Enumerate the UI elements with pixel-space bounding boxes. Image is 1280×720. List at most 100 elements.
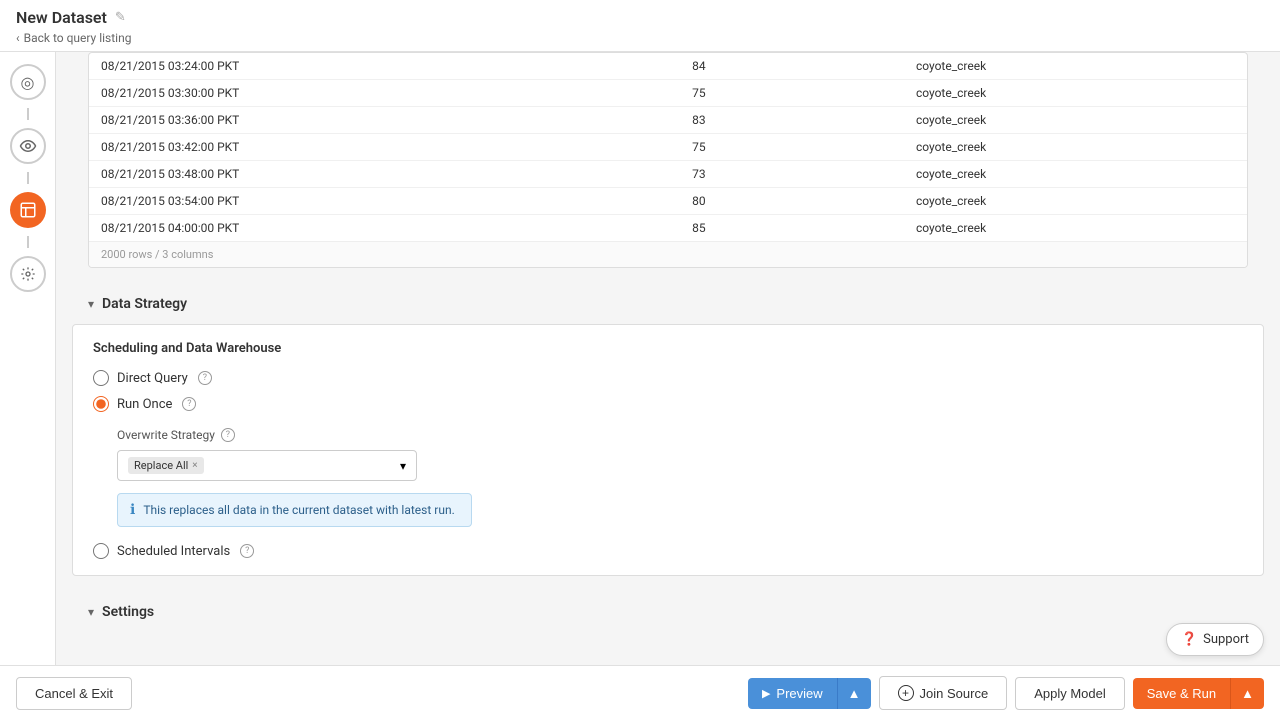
table-cell-col1: 08/21/2015 03:36:00 PKT [89, 107, 680, 134]
table-cell-col4: coyote_creek [904, 215, 1247, 242]
sidebar-icon-4[interactable] [10, 256, 46, 292]
run-once-label: Run Once [117, 397, 172, 412]
sidebar-icon-1[interactable]: ◎ [10, 64, 46, 100]
table-row: 08/21/2015 03:48:00 PKT73 coyote_creek [89, 161, 1247, 188]
table-row: 08/21/2015 04:00:00 PKT85 coyote_creek [89, 215, 1247, 242]
scheduled-intervals-label: Scheduled Intervals [117, 544, 230, 559]
run-once-radio[interactable] [93, 396, 109, 412]
sidebar-connector-1 [27, 108, 29, 120]
table-cell-col3 [817, 161, 904, 188]
save-run-chevron-up-icon: ▲ [1241, 686, 1254, 701]
overwrite-help-icon[interactable]: ? [221, 428, 235, 442]
table-cell-col1: 08/21/2015 03:24:00 PKT [89, 53, 680, 80]
table-cell-col3 [817, 80, 904, 107]
scheduled-intervals-help-icon[interactable]: ? [240, 544, 254, 558]
scheduling-title: Scheduling and Data Warehouse [93, 341, 1243, 356]
save-run-button[interactable]: Save & Run [1133, 678, 1230, 709]
sidebar-icon-3[interactable] [10, 192, 46, 228]
plus-circle-icon: + [898, 685, 914, 701]
table-row: 08/21/2015 03:30:00 PKT75 coyote_creek [89, 80, 1247, 107]
sidebar: ◎ [0, 52, 56, 665]
overwrite-strategy-label: Overwrite Strategy ? [117, 428, 1243, 442]
table-cell-col1: 08/21/2015 03:42:00 PKT [89, 134, 680, 161]
table-cell-col2: 80 [680, 188, 817, 215]
preview-dropdown-button[interactable]: ▲ [837, 678, 871, 709]
table-cell-col2: 83 [680, 107, 817, 134]
settings-title: Settings [102, 604, 154, 620]
scheduled-intervals-option: Scheduled Intervals ? [93, 543, 1243, 559]
settings-header[interactable]: ▾ Settings [72, 592, 1264, 632]
info-icon: ℹ [130, 502, 135, 518]
support-button[interactable]: ❓ Support [1166, 623, 1264, 656]
settings-chevron-icon: ▾ [88, 605, 94, 619]
sidebar-connector-2 [27, 172, 29, 184]
table-cell-col1: 08/21/2015 03:30:00 PKT [89, 80, 680, 107]
table-cell-col2: 84 [680, 53, 817, 80]
apply-model-button[interactable]: Apply Model [1015, 677, 1125, 710]
table-cell-col4: coyote_creek [904, 134, 1247, 161]
table-cell-col4: coyote_creek [904, 80, 1247, 107]
direct-query-label: Direct Query [117, 371, 188, 386]
chevron-down-icon: ▾ [88, 297, 94, 311]
scheduled-intervals-radio[interactable] [93, 543, 109, 559]
table-cell-col4: coyote_creek [904, 107, 1247, 134]
cancel-exit-button[interactable]: Cancel & Exit [16, 677, 132, 710]
sidebar-connector-3 [27, 236, 29, 248]
table-row: 08/21/2015 03:42:00 PKT75 coyote_creek [89, 134, 1247, 161]
bottom-bar: Cancel & Exit ▶ Preview ▲ + Join Source … [0, 665, 1280, 720]
select-chevron-icon: ▾ [400, 459, 406, 473]
play-icon: ▶ [762, 687, 770, 700]
save-run-button-group: Save & Run ▲ [1133, 678, 1264, 709]
overwrite-strategy-select[interactable]: Replace All × ▾ [117, 450, 417, 481]
direct-query-option: Direct Query ? [93, 370, 1243, 386]
join-source-button[interactable]: + Join Source [879, 676, 1008, 710]
scheduling-options: Direct Query ? Run Once ? [93, 370, 1243, 412]
preview-button-group: ▶ Preview ▲ [748, 678, 871, 709]
table-cell-col1: 08/21/2015 03:54:00 PKT [89, 188, 680, 215]
table-container: 08/21/2015 03:24:00 PKT84coyote_creek08/… [72, 52, 1264, 268]
table-cell-col4: coyote_creek [904, 161, 1247, 188]
table-cell-col3 [817, 107, 904, 134]
table-footer: 2000 rows / 3 columns [89, 241, 1247, 267]
header: New Dataset ✎ ‹ Back to query listing [0, 0, 1280, 52]
back-arrow-icon: ‹ [16, 31, 20, 45]
table-cell-col1: 08/21/2015 04:00:00 PKT [89, 215, 680, 242]
preview-chevron-up-icon: ▲ [848, 686, 861, 701]
data-strategy-card: Scheduling and Data Warehouse Direct Que… [72, 324, 1264, 576]
table-cell-col1: 08/21/2015 03:48:00 PKT [89, 161, 680, 188]
run-once-option: Run Once ? [93, 396, 1243, 412]
data-strategy-title: Data Strategy [102, 296, 187, 312]
table-row: 08/21/2015 03:36:00 PKT83 coyote_creek [89, 107, 1247, 134]
table-cell-col2: 75 [680, 80, 817, 107]
table-cell-col3 [817, 215, 904, 242]
table-row: 08/21/2015 03:54:00 PKT80 coyote_creek [89, 188, 1247, 215]
table-cell-col2: 73 [680, 161, 817, 188]
data-table: 08/21/2015 03:24:00 PKT84coyote_creek08/… [89, 53, 1247, 241]
page-title: New Dataset [16, 8, 107, 27]
table-cell-col2: 75 [680, 134, 817, 161]
right-buttons: ▶ Preview ▲ + Join Source Apply Model Sa… [748, 676, 1264, 710]
direct-query-help-icon[interactable]: ? [198, 371, 212, 385]
data-strategy-header[interactable]: ▾ Data Strategy [72, 284, 1264, 324]
table-row: 08/21/2015 03:24:00 PKT84 coyote_creek [89, 53, 1247, 80]
table-cell-col3 [817, 134, 904, 161]
direct-query-radio[interactable] [93, 370, 109, 386]
support-icon: ❓ [1181, 632, 1197, 647]
table-cell-col3 [817, 188, 904, 215]
save-run-dropdown-button[interactable]: ▲ [1230, 678, 1264, 709]
overwrite-strategy-tag: Replace All × [128, 457, 204, 474]
table-cell-col4: coyote_creek [904, 53, 1247, 80]
table-cell-col4: coyote_creek [904, 188, 1247, 215]
sidebar-icon-2[interactable] [10, 128, 46, 164]
content-area: 08/21/2015 03:24:00 PKT84coyote_creek08/… [56, 52, 1280, 665]
back-link[interactable]: ‹ Back to query listing [16, 31, 1264, 45]
info-banner: ℹ This replaces all data in the current … [117, 493, 472, 527]
tag-close-icon[interactable]: × [192, 460, 197, 471]
data-table-section: 08/21/2015 03:24:00 PKT84coyote_creek08/… [88, 52, 1248, 268]
table-cell-col2: 85 [680, 215, 817, 242]
run-once-help-icon[interactable]: ? [182, 397, 196, 411]
table-cell-col3 [817, 53, 904, 80]
preview-button[interactable]: ▶ Preview [748, 678, 837, 709]
edit-icon[interactable]: ✎ [115, 10, 126, 25]
main-layout: ◎ 08/21/2015 03:24:00 PKT84coyote_creek0… [0, 52, 1280, 665]
